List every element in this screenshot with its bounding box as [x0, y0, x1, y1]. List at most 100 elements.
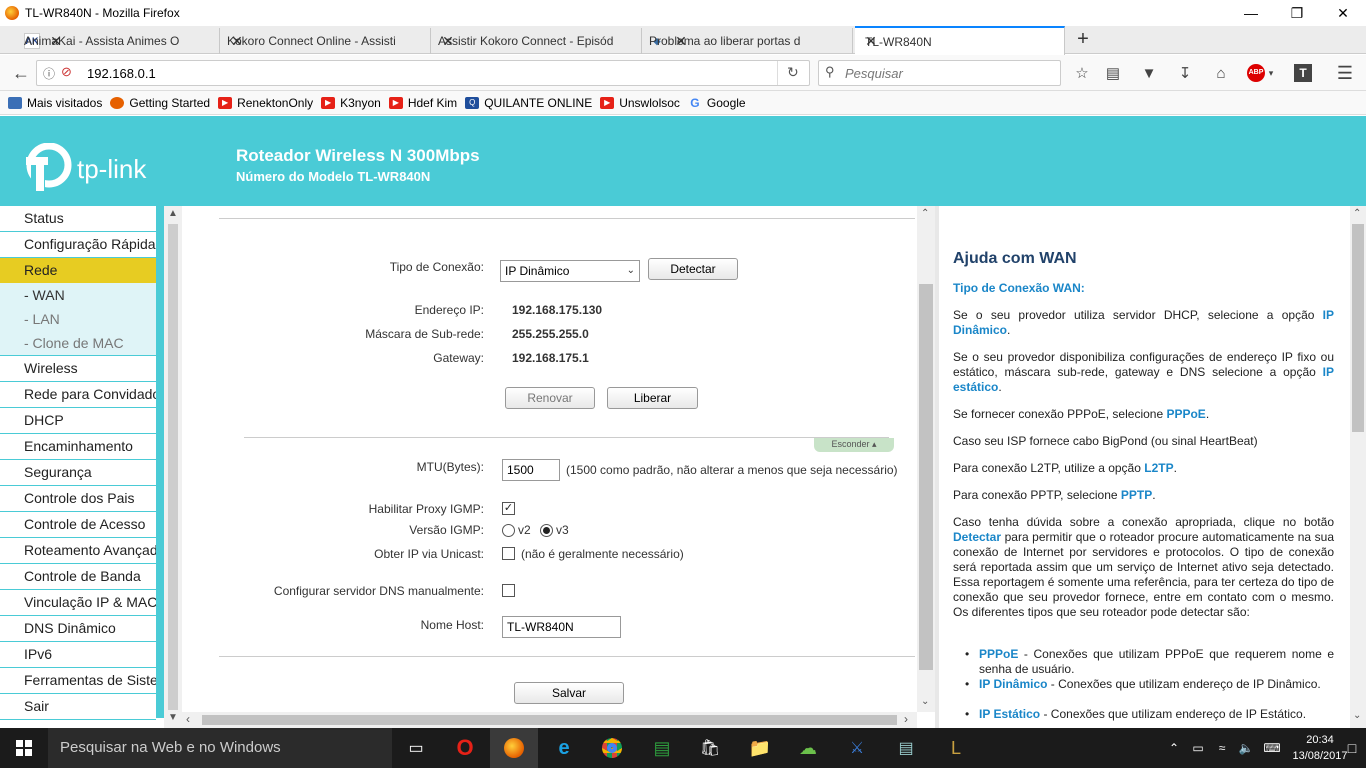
tab-problema-portas[interactable]: ◆ Problema ao liberar portas d ✕ [643, 28, 853, 54]
battery-icon[interactable]: ▭ [1186, 736, 1210, 760]
menu-status[interactable]: Status [0, 206, 156, 232]
igmp-v3-radio[interactable] [540, 524, 553, 537]
back-arrow-icon[interactable]: ← [8, 61, 34, 85]
conn-type-select[interactable]: IP Dinâmico ⌄ [500, 260, 640, 282]
hamburger-menu-icon[interactable]: ☰ [1333, 61, 1357, 85]
detect-button[interactable]: Detectar [648, 258, 738, 280]
content-scrollbar[interactable]: ⌃ ⌄ [917, 206, 935, 712]
renew-button[interactable]: Renovar [505, 387, 595, 409]
help-scroll-thumb[interactable] [1352, 224, 1364, 432]
store-icon[interactable]: 🛍 [698, 736, 722, 760]
search-bar[interactable]: ⚲ Pesquisar [818, 60, 1061, 86]
menu-encaminhamento[interactable]: Encaminhamento [0, 434, 156, 460]
menu-sair[interactable]: Sair [0, 694, 156, 720]
tray-chevron-up-icon[interactable]: ⌃ [1162, 736, 1186, 760]
cloud-app-icon[interactable]: ☁ [796, 736, 820, 760]
menu-controle-banda[interactable]: Controle de Banda [0, 564, 156, 590]
help-scrollbar[interactable]: ⌃ ⌄ [1350, 206, 1366, 728]
scroll-up-icon[interactable]: ⌃ [1353, 208, 1361, 219]
scroll-down-icon[interactable]: ▼ [168, 712, 178, 723]
keyboard-icon[interactable]: ⌨ [1260, 736, 1284, 760]
minimize-button[interactable]: — [1228, 0, 1274, 26]
menu-scrollbar[interactable]: ▲ ▼ [164, 206, 182, 728]
menu-clone-mac[interactable]: - Clone de MAC [0, 331, 156, 356]
manual-dns-checkbox[interactable] [502, 584, 515, 597]
opera-icon[interactable]: O [453, 735, 477, 760]
menu-vinculacao-ip-mac[interactable]: Vinculação IP & MAC [0, 590, 156, 616]
bookmark-star-icon[interactable]: ☆ [1070, 61, 1094, 85]
league-icon[interactable]: L [944, 736, 968, 760]
menu-seguranca[interactable]: Segurança [0, 460, 156, 486]
menu-lan[interactable]: - LAN [0, 307, 156, 331]
task-view-icon[interactable]: ▭ [404, 736, 428, 760]
hostname-input[interactable]: TL-WR840N [502, 616, 621, 638]
tab-tl-wr840n[interactable]: TL-WR840N ✕ [855, 26, 1065, 55]
release-button[interactable]: Liberar [607, 387, 698, 409]
menu-dns-dinamico[interactable]: DNS Dinâmico [0, 616, 156, 642]
menu-configuracao-rapida[interactable]: Configuração Rápida [0, 232, 156, 258]
bookmark-k3nyon[interactable]: ▶ K3nyon [321, 96, 381, 110]
menu-ferramentas-sistema[interactable]: Ferramentas de Sistema [0, 668, 156, 694]
windows-start-icon[interactable] [12, 736, 36, 760]
save-button[interactable]: Salvar [514, 682, 624, 704]
bookmark-unswlolsoc[interactable]: ▶ Unswlolsoc [600, 96, 680, 110]
adblock-dropdown-icon[interactable]: ▾ [1264, 61, 1278, 85]
menu-rede-convidados[interactable]: Rede para Convidados [0, 382, 156, 408]
maximize-button[interactable]: ❐ [1274, 0, 1320, 26]
hide-advanced-toggle[interactable]: Esconder ▴ [814, 438, 894, 452]
reload-icon[interactable]: ↻ [787, 64, 799, 81]
network-app-icon[interactable]: ▤ [894, 736, 918, 760]
url-bar[interactable]: ⓘ ⊘ 192.168.0.1 ↻ [36, 60, 810, 86]
notifications-icon[interactable]: □ [1340, 736, 1364, 760]
url-text[interactable]: 192.168.0.1 [87, 66, 156, 81]
unicast-checkbox[interactable] [502, 547, 515, 560]
bookmark-getting-started[interactable]: Getting Started [110, 96, 210, 110]
adblock-icon[interactable]: ABP [1246, 61, 1266, 85]
tab-animakai[interactable]: AK AnimaKai - Assista Animes O ✕ [18, 28, 220, 54]
mtu-input[interactable]: 1500 [502, 459, 560, 481]
chrome-icon[interactable] [600, 736, 624, 760]
igmp-proxy-checkbox[interactable]: ✓ [502, 502, 515, 515]
extension-t-icon[interactable]: T [1292, 61, 1314, 85]
game-icon[interactable]: ⚔ [845, 736, 869, 760]
menu-controle-acesso[interactable]: Controle de Acesso [0, 512, 156, 538]
info-icon[interactable]: ⓘ [43, 65, 55, 82]
menu-ipv6[interactable]: IPv6 [0, 642, 156, 668]
menu-controle-pais[interactable]: Controle dos Pais [0, 486, 156, 512]
download-icon[interactable]: ↧ [1173, 61, 1197, 85]
reading-list-icon[interactable]: ▤ [1101, 61, 1125, 85]
bookmark-renektononly[interactable]: ▶ RenektonOnly [218, 96, 313, 110]
scroll-down-icon[interactable]: ⌄ [1353, 710, 1361, 721]
content-hscrollbar[interactable]: ‹ › [182, 712, 917, 728]
igmp-v2-radio[interactable] [502, 524, 515, 537]
scroll-up-icon[interactable]: ▲ [168, 208, 178, 219]
pocket-icon[interactable]: ▼ [1137, 61, 1161, 85]
content-hscroll-thumb[interactable] [202, 715, 897, 725]
scroll-left-icon[interactable]: ‹ [186, 712, 190, 726]
menu-wireless[interactable]: Wireless [0, 356, 156, 382]
firefox-taskbar-icon[interactable] [502, 736, 526, 760]
menu-dhcp[interactable]: DHCP [0, 408, 156, 434]
notes-app-icon[interactable]: ▤ [650, 736, 674, 760]
scroll-down-icon[interactable]: ⌄ [921, 696, 929, 707]
menu-roteamento-avancado[interactable]: Roteamento Avançado [0, 538, 156, 564]
content-scroll-thumb[interactable] [919, 284, 933, 670]
menu-scroll-thumb[interactable] [168, 224, 178, 710]
wifi-icon[interactable]: ≈ [1210, 736, 1234, 760]
edge-icon[interactable]: e [552, 736, 576, 760]
menu-wan[interactable]: - WAN [0, 283, 156, 307]
bookmark-google[interactable]: G Google [688, 96, 745, 110]
bookmark-mais-visitados[interactable]: Mais visitados [8, 96, 102, 110]
taskbar-search[interactable]: Pesquisar na Web e no Windows [48, 728, 392, 768]
bookmark-quilante-online[interactable]: Q QUILANTE ONLINE [465, 96, 592, 110]
tab-kokoro-episodio[interactable]: Assistir Kokoro Connect - Episód ✕ [432, 28, 642, 54]
file-explorer-icon[interactable]: 📁 [748, 736, 772, 760]
bookmark-hdef-kim[interactable]: ▶ Hdef Kim [388, 96, 457, 110]
home-icon[interactable]: ⌂ [1209, 61, 1233, 85]
new-tab-button[interactable]: + [1070, 28, 1096, 52]
volume-icon[interactable]: 🔈 [1234, 736, 1258, 760]
close-window-button[interactable]: ✕ [1320, 0, 1366, 26]
menu-rede[interactable]: Rede [0, 258, 156, 284]
tab-kokoro-online[interactable]: Kokoro Connect Online - Assisti ✕ [221, 28, 431, 54]
scroll-right-icon[interactable]: › [904, 712, 908, 726]
